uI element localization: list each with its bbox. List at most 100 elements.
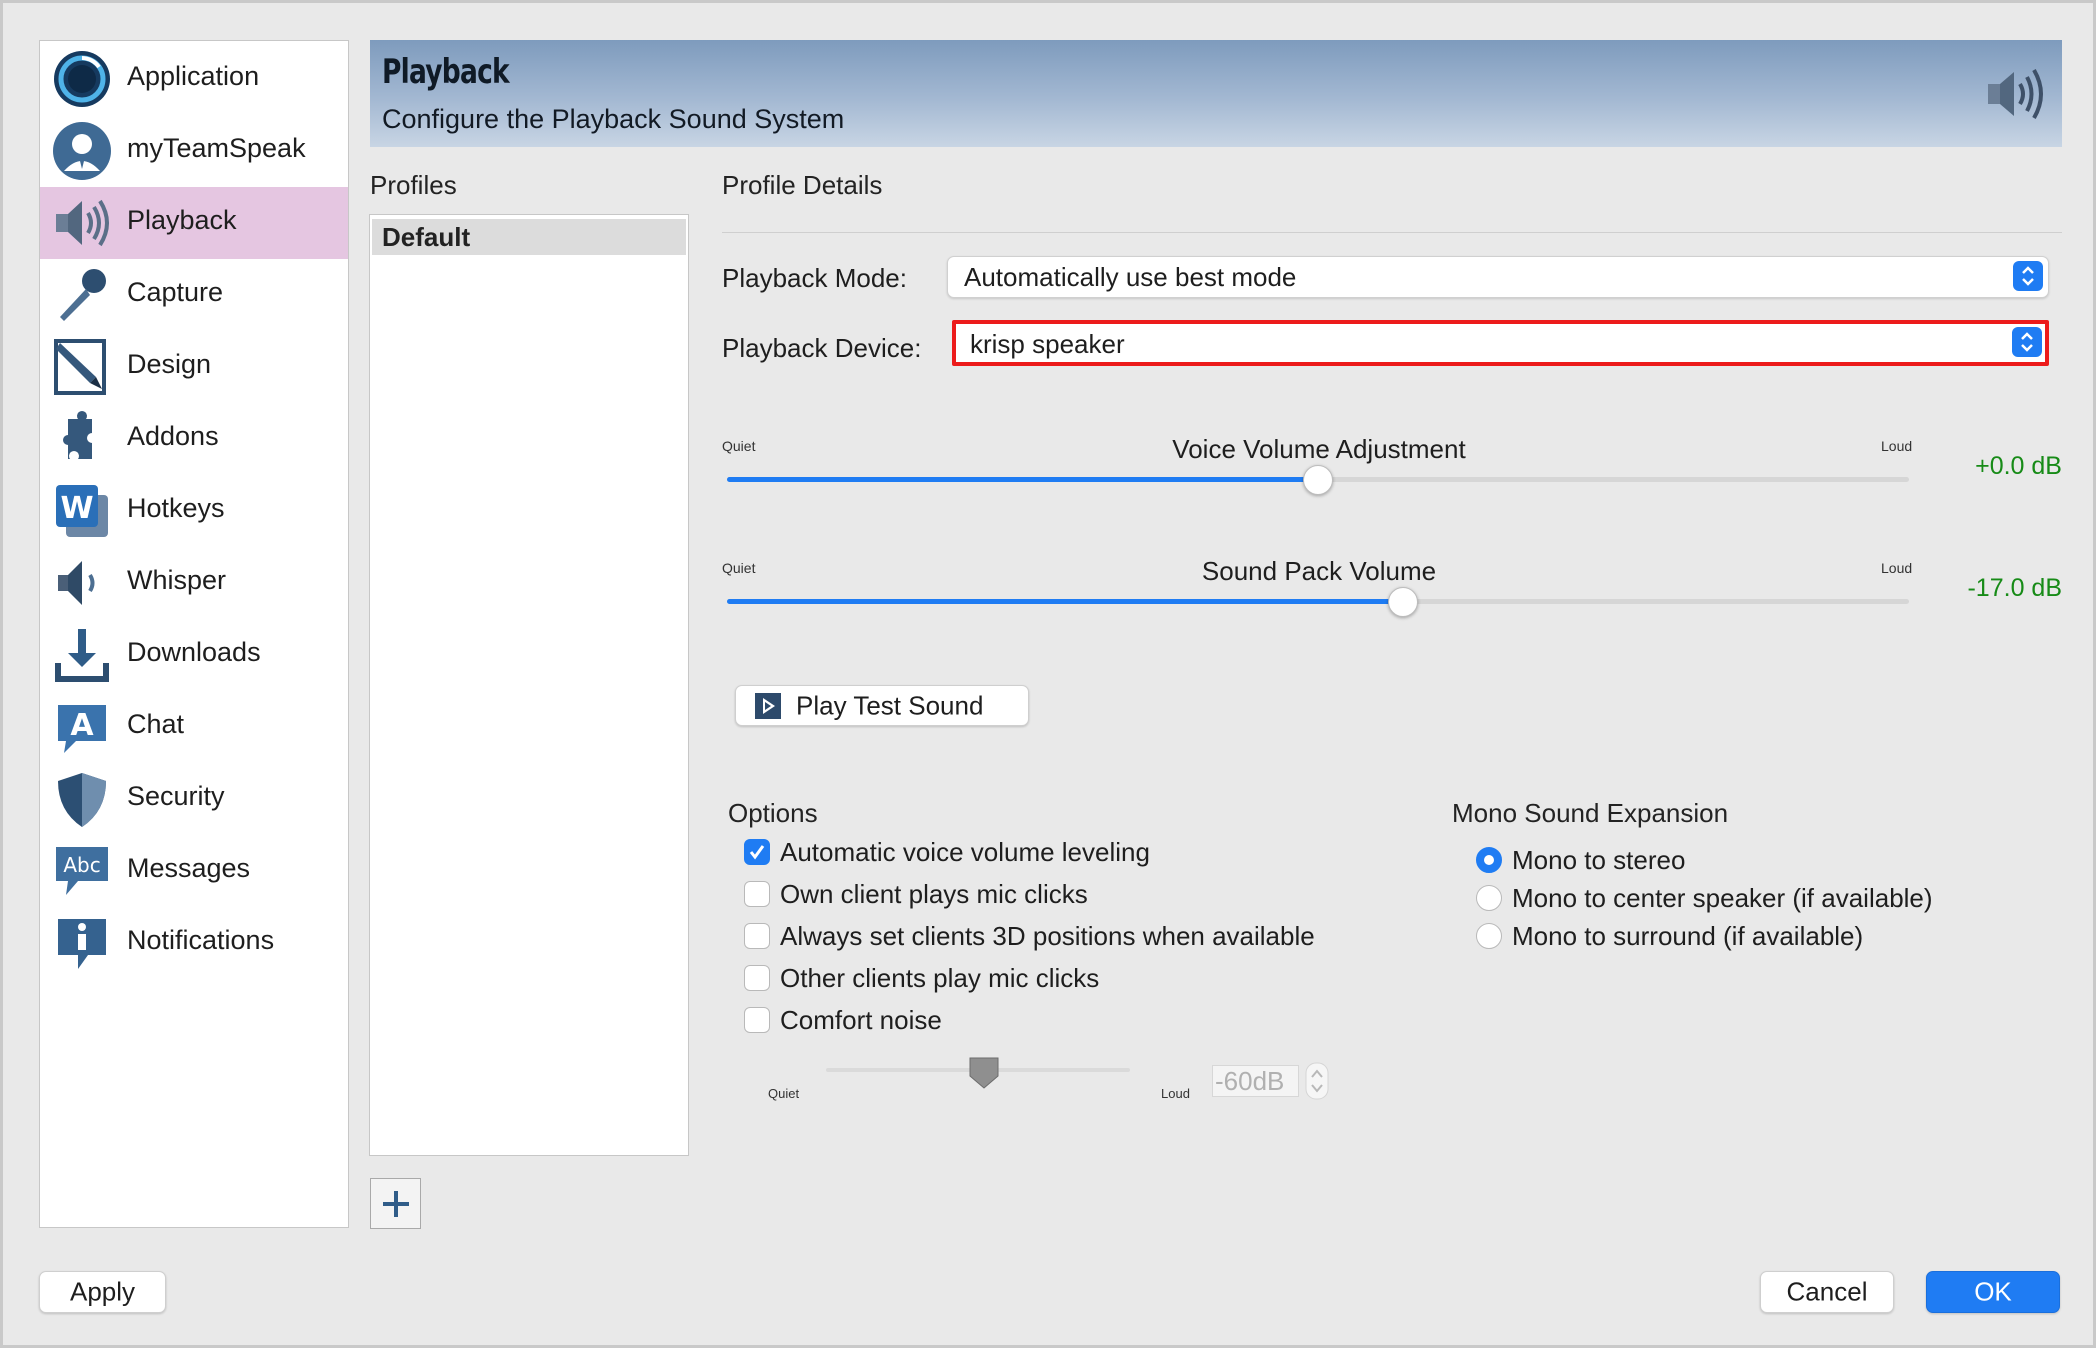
apply-button[interactable]: Apply xyxy=(39,1271,166,1313)
slider-max-label: Loud xyxy=(1881,560,1913,576)
checkbox[interactable] xyxy=(744,1007,770,1033)
option-label: Comfort noise xyxy=(780,1004,942,1035)
sound-pack-volume-value: -17.0 dB xyxy=(1967,574,2062,602)
apply-label: Apply xyxy=(69,1276,136,1307)
slider-fill xyxy=(727,599,1404,604)
playback-device-select[interactable]: krisp speaker xyxy=(952,320,2049,366)
sidebar-item-notifications[interactable]: Notifications xyxy=(40,907,348,979)
option-other-mic-clicks[interactable]: Other clients play mic clicks xyxy=(744,961,1099,995)
sound-pack-volume-thumb[interactable] xyxy=(1388,587,1419,617)
mono-expansion-title: Mono Sound Expansion xyxy=(1452,798,1729,828)
sidebar-item-design[interactable]: Design xyxy=(40,331,348,403)
radio-mono-to-surround[interactable]: Mono to surround (if available) xyxy=(1476,919,1863,953)
play-test-sound-button[interactable]: Play Test Sound xyxy=(735,685,1029,726)
divider xyxy=(722,232,2062,233)
speaker-icon xyxy=(52,193,112,253)
add-profile-button[interactable] xyxy=(370,1178,421,1229)
checkbox[interactable] xyxy=(744,839,770,865)
sidebar-item-label: Downloads xyxy=(127,637,261,667)
download-icon xyxy=(52,625,112,685)
radio-button[interactable] xyxy=(1476,885,1502,911)
info-bubble-icon xyxy=(52,913,112,973)
profile-name: Default xyxy=(382,222,471,252)
svg-text:W: W xyxy=(60,491,93,526)
slider-min-label: Quiet xyxy=(722,560,756,576)
radio-mono-to-stereo[interactable]: Mono to stereo xyxy=(1476,843,1685,877)
comfort-noise-min-label: Quiet xyxy=(768,1086,800,1101)
sidebar-item-label: Messages xyxy=(127,853,251,883)
sidebar-item-label: Capture xyxy=(127,277,224,307)
option-3d-positions[interactable]: Always set clients 3D positions when ava… xyxy=(744,919,1315,953)
sidebar-item-label: Application xyxy=(127,61,260,91)
sidebar-item-capture[interactable]: Capture xyxy=(40,259,348,331)
checkbox[interactable] xyxy=(744,965,770,991)
comfort-noise-stepper[interactable] xyxy=(1305,1062,1329,1100)
voice-volume-value: +0.0 dB xyxy=(1975,452,2062,480)
sidebar-item-playback[interactable]: Playback xyxy=(40,187,348,259)
option-label: Automatic voice volume leveling xyxy=(780,836,1150,867)
speaker-icon xyxy=(1986,64,2050,124)
application-icon xyxy=(52,49,112,109)
comfort-noise-thumb[interactable] xyxy=(968,1056,1000,1090)
cancel-button[interactable]: Cancel xyxy=(1760,1271,1894,1313)
chat-bubble-a-icon: A xyxy=(52,697,112,757)
option-auto-volume-leveling[interactable]: Automatic voice volume leveling xyxy=(744,835,1150,869)
playback-mode-value: Automatically use best mode xyxy=(964,262,1297,292)
list-item[interactable]: Default xyxy=(372,219,686,255)
whisper-speaker-icon xyxy=(52,553,112,613)
sidebar-item-messages[interactable]: Abc Messages xyxy=(40,835,348,907)
sidebar-item-label: Security xyxy=(127,781,225,811)
radio-label: Mono to center speaker (if available) xyxy=(1512,882,1933,913)
play-test-sound-label: Play Test Sound xyxy=(796,690,984,720)
sidebar-item-whisper[interactable]: Whisper xyxy=(40,547,348,619)
checkmark-icon xyxy=(749,845,765,860)
checkbox[interactable] xyxy=(744,881,770,907)
playback-device-value: krisp speaker xyxy=(970,329,1125,359)
option-own-mic-clicks[interactable]: Own client plays mic clicks xyxy=(744,877,1088,911)
sidebar-item-label: myTeamSpeak xyxy=(127,133,306,163)
comfort-noise-max-label: Loud xyxy=(1161,1086,1190,1101)
playback-mode-label: Playback Mode: xyxy=(722,263,907,293)
option-label: Other clients play mic clicks xyxy=(780,962,1100,993)
comfort-noise-db-field[interactable]: -60dB xyxy=(1212,1065,1299,1097)
sidebar-item-myteamspeak[interactable]: myTeamSpeak xyxy=(40,115,348,187)
voice-volume-thumb[interactable] xyxy=(1303,465,1333,495)
chevron-up-down-icon xyxy=(2013,261,2043,291)
option-comfort-noise[interactable]: Comfort noise xyxy=(744,1003,942,1037)
radio-button[interactable] xyxy=(1476,923,1502,949)
sound-pack-volume-title: Sound Pack Volume xyxy=(1201,556,1437,586)
radio-label: Mono to surround (if available) xyxy=(1512,920,1864,951)
sidebar-item-application[interactable]: Application xyxy=(40,43,348,115)
sidebar-item-chat[interactable]: A Chat xyxy=(40,691,348,763)
option-label: Own client plays mic clicks xyxy=(780,878,1088,909)
chevron-up-down-icon xyxy=(2012,327,2042,357)
play-icon xyxy=(754,692,782,720)
sidebar-item-label: Hotkeys xyxy=(127,493,225,523)
abc-bubble-icon: Abc xyxy=(52,841,112,901)
sidebar-item-label: Chat xyxy=(127,709,185,739)
profiles-label: Profiles xyxy=(370,170,457,200)
sidebar-item-label: Design xyxy=(127,349,212,379)
playback-mode-select[interactable]: Automatically use best mode xyxy=(947,256,2049,298)
page-title: Playback xyxy=(382,52,510,92)
ok-label: OK xyxy=(1974,1276,2012,1307)
sidebar-item-addons[interactable]: Addons xyxy=(40,403,348,475)
radio-mono-to-center[interactable]: Mono to center speaker (if available) xyxy=(1476,881,1933,915)
ok-button[interactable]: OK xyxy=(1926,1271,2060,1313)
sidebar-item-security[interactable]: Security xyxy=(40,763,348,835)
w-key-icon: W xyxy=(52,481,112,541)
slider-max-label: Loud xyxy=(1881,438,1913,454)
sidebar: Application myTeamSpeak Playback Capture… xyxy=(39,40,349,1228)
svg-text:A: A xyxy=(70,708,94,743)
svg-text:Abc: Abc xyxy=(63,853,100,877)
sidebar-item-downloads[interactable]: Downloads xyxy=(40,619,348,691)
radio-button[interactable] xyxy=(1476,847,1502,873)
pencil-icon xyxy=(52,337,112,397)
sound-pack-volume-slider[interactable] xyxy=(727,599,1909,604)
plus-icon xyxy=(382,1190,409,1217)
checkbox[interactable] xyxy=(744,923,770,949)
header-banner: Playback Configure the Playback Sound Sy… xyxy=(370,40,2062,147)
sidebar-item-hotkeys[interactable]: W Hotkeys xyxy=(40,475,348,547)
slider-min-label: Quiet xyxy=(722,438,756,454)
options-title: Options xyxy=(728,798,818,828)
